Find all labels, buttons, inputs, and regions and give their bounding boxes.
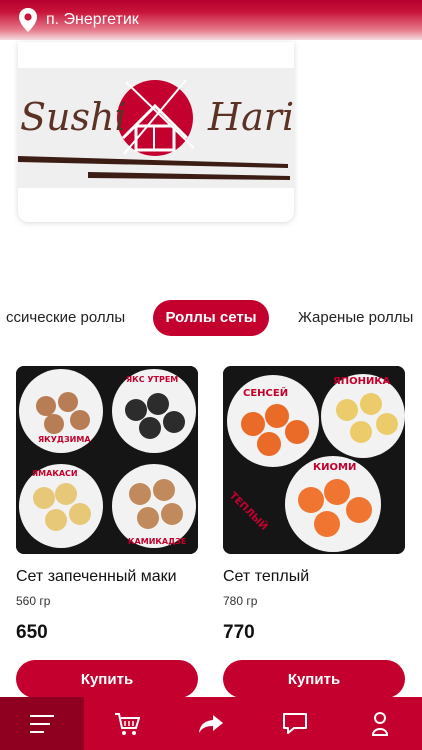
product-image[interactable]: ЯКУДЗИМА ЯКС УТРЕМ КАМИКАДЗЕ ЯМАКАСИ — [16, 366, 198, 554]
location-bar[interactable]: п. Энергетик — [0, 0, 422, 40]
image-label: КАМИКАДЗЕ — [128, 537, 186, 546]
nav-share[interactable] — [169, 697, 253, 750]
nav-profile[interactable] — [338, 697, 422, 750]
category-tabs: ссические роллы Роллы сеты Жареные роллы — [0, 300, 422, 336]
product-name[interactable]: Сет теплый — [223, 568, 405, 586]
product-weight: 780 гр — [223, 594, 258, 608]
cart-icon — [114, 712, 140, 735]
category-tab-sets[interactable]: Роллы сеты — [153, 300, 269, 336]
image-label: ЯПОНИКА — [333, 376, 390, 387]
buy-button[interactable]: Купить — [223, 660, 405, 698]
location-name: п. Энергетик — [46, 11, 139, 28]
logo-text-left: Sushi — [20, 95, 127, 139]
image-label: СЕНСЕЙ — [243, 386, 288, 399]
bottom-navigation — [0, 697, 422, 750]
product-card[interactable]: СЕНСЕЙ ЯПОНИКА КИОМИ ТЕПЛЫЙ Сет теплый 7… — [223, 366, 405, 698]
restaurant-logo-card: Sushi Hari — [18, 42, 294, 222]
image-label: ЯМАКАСИ — [32, 469, 78, 478]
image-label: КИОМИ — [313, 462, 356, 473]
menu-icon — [30, 714, 55, 733]
product-price: 650 — [16, 622, 48, 643]
product-weight: 560 гр — [16, 594, 51, 608]
chat-icon — [283, 712, 308, 734]
restaurant-logo: Sushi Hari — [18, 68, 294, 188]
logo-text-right: Hari — [207, 95, 294, 139]
share-icon — [199, 714, 224, 733]
nav-chat[interactable] — [253, 697, 337, 750]
product-name[interactable]: Сет запеченный маки — [16, 568, 198, 586]
buy-button[interactable]: Купить — [16, 660, 198, 698]
nav-menu[interactable] — [0, 697, 85, 750]
image-label: ЯКС УТРЕМ — [126, 375, 178, 384]
category-tab-classic[interactable]: ссические роллы — [6, 300, 125, 336]
location-pin-icon — [19, 8, 37, 32]
category-tab-fried[interactable]: Жареные роллы — [298, 300, 413, 336]
image-label: ЯКУДЗИМА — [38, 435, 91, 444]
profile-icon — [371, 711, 388, 736]
product-image[interactable]: СЕНСЕЙ ЯПОНИКА КИОМИ ТЕПЛЫЙ — [223, 366, 405, 554]
nav-cart[interactable] — [84, 697, 168, 750]
product-price: 770 — [223, 622, 255, 643]
product-card[interactable]: ЯКУДЗИМА ЯКС УТРЕМ КАМИКАДЗЕ ЯМАКАСИ Сет… — [16, 366, 198, 698]
